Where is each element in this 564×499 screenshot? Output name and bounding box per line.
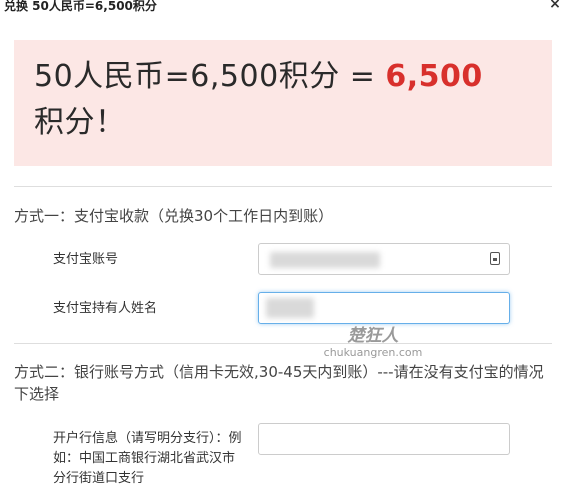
redacted-account: [270, 252, 380, 268]
points-amount: 6,500: [385, 59, 483, 94]
dialog-title: 兑换 50人民币=6,500积分: [4, 0, 157, 13]
alipay-account-label: 支付宝账号: [53, 252, 119, 267]
method2-title: 方式二：银行账号方式（信用卡无效,30-45天内到账）---请在没有支付宝的情况…: [14, 363, 544, 403]
bank-info-label: 开户行信息（请写明分支行）：例如：中国工商银行湖北省武汉市分行街道口支行: [53, 431, 242, 486]
alipay-holder-label: 支付宝持有人姓名: [53, 301, 158, 316]
watermark-logo: 楚狂人 chukuangren.com: [318, 326, 428, 360]
watermark-url: chukuangren.com: [323, 346, 423, 359]
exchange-summary-prefix: 50人民币=6,500积分 =: [34, 59, 386, 94]
bank-info-input[interactable]: [258, 423, 510, 455]
divider: [14, 343, 552, 344]
password-manager-icon[interactable]: [490, 252, 500, 265]
watermark-text: 楚狂人: [347, 326, 399, 346]
exchange-summary: 50人民币=6,500积分 = 6,500 积分！: [34, 54, 532, 146]
exchange-banner: 50人民币=6,500积分 = 6,500 积分！: [14, 40, 552, 166]
method1-title: 方式一：支付宝收款（兑换30个工作日内到账）: [14, 207, 334, 225]
dialog-titlebar: 兑换 50人民币=6,500积分 ×: [0, 0, 564, 16]
close-icon[interactable]: ×: [548, 0, 562, 12]
divider: [14, 186, 552, 187]
redacted-holder: [266, 298, 314, 318]
exchange-summary-suffix: 积分！: [34, 105, 126, 140]
